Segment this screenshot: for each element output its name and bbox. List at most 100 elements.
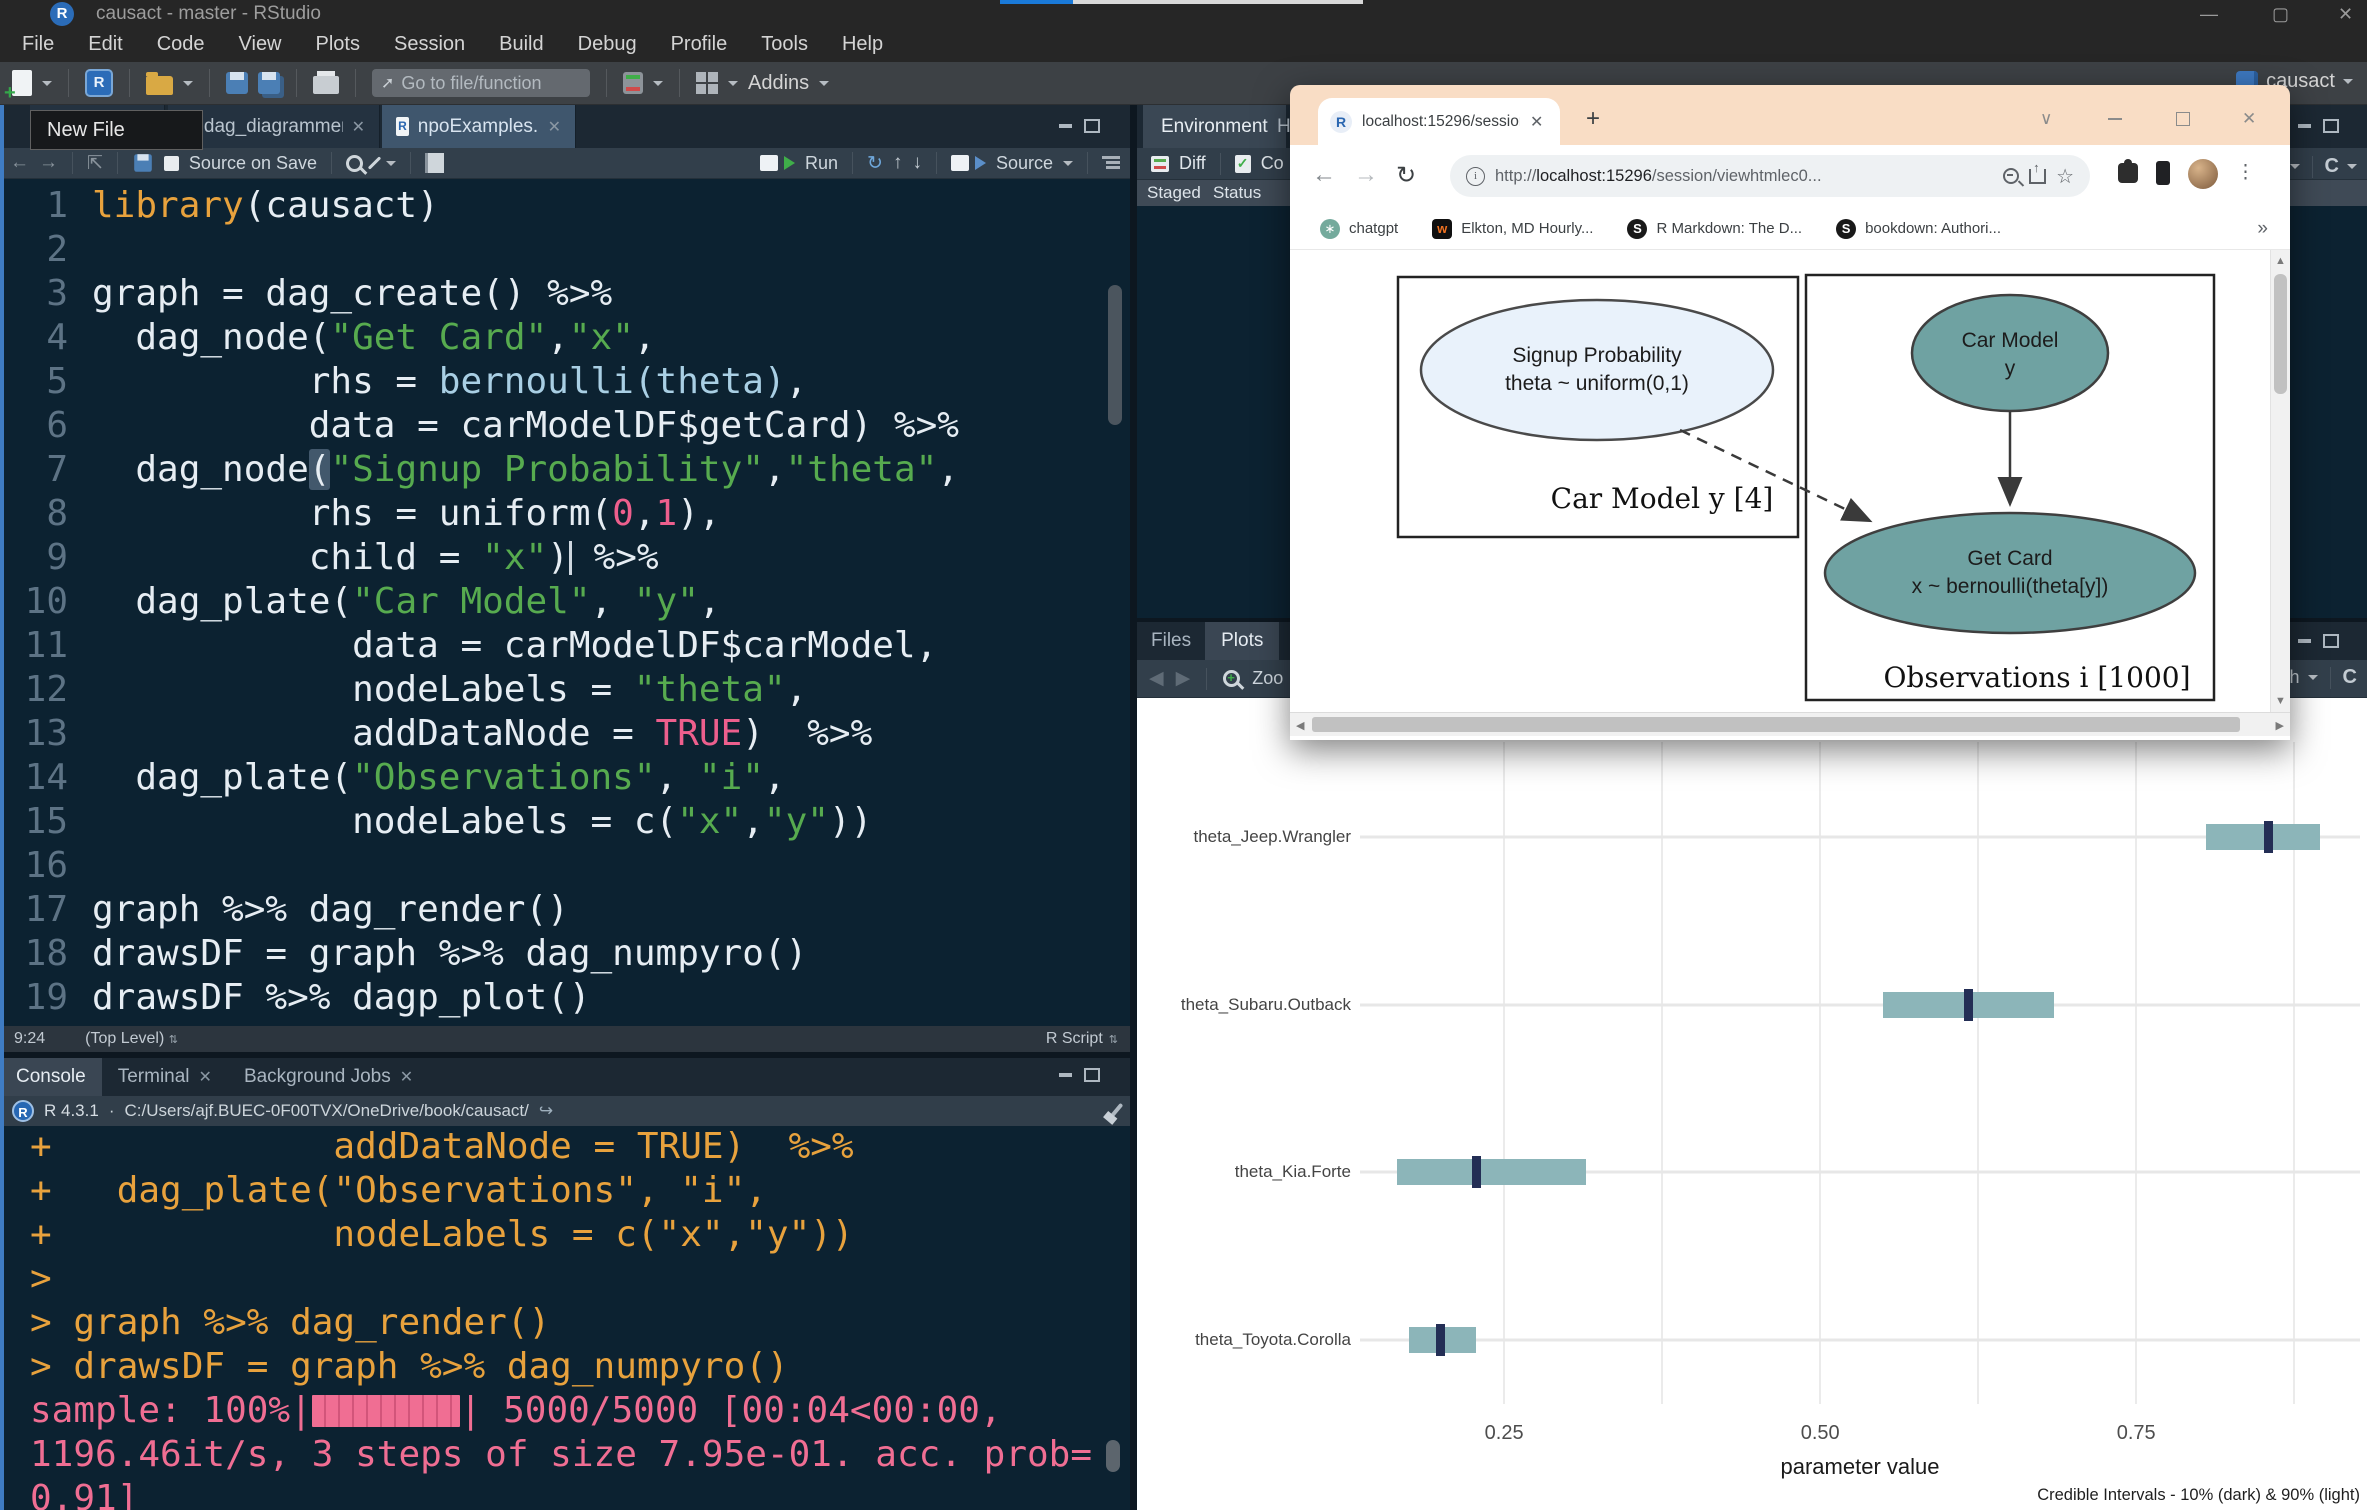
plots-refresh-controls[interactable]: h C [2290, 666, 2357, 689]
browser-back-icon[interactable]: ← [1312, 161, 1336, 189]
console-pane-buttons[interactable] [1059, 1068, 1100, 1082]
file-type-selector[interactable]: R Script [1046, 1030, 1103, 1048]
menu-tools[interactable]: Tools [761, 33, 808, 56]
tab-close-icon[interactable]: ✕ [1530, 112, 1543, 132]
open-file-icon[interactable] [146, 76, 173, 95]
menu-view[interactable]: View [239, 33, 282, 56]
tab-search-chevron-icon[interactable]: ∨ [2040, 109, 2052, 129]
pane-buttons[interactable] [2298, 119, 2339, 133]
console-tab-terminal[interactable]: Terminal✕ [102, 1058, 228, 1096]
save-icon[interactable] [226, 72, 248, 94]
bookmarks-overflow-icon[interactable]: » [2257, 218, 2268, 240]
menu-help[interactable]: Help [842, 33, 883, 56]
browser-horizontal-scrollbar[interactable]: ◀ ▶ [1290, 712, 2290, 737]
next-plot-icon[interactable]: ▶ [1176, 667, 1191, 690]
menu-build[interactable]: Build [499, 33, 543, 56]
browser-close-icon[interactable]: ✕ [2242, 109, 2256, 129]
bookmark-item[interactable]: Sbookdown: Authori... [1836, 219, 2001, 239]
bookmark-item[interactable]: wElkton, MD Hourly... [1432, 219, 1593, 239]
addins-button[interactable]: Addins [748, 72, 809, 95]
maximize-pane-icon[interactable] [1084, 119, 1100, 133]
run-icon[interactable] [760, 155, 778, 171]
compile-report-icon[interactable] [425, 153, 444, 173]
refresh-icon[interactable]: C [2343, 666, 2357, 689]
pane-buttons[interactable] [2298, 634, 2339, 648]
goto-directory-icon[interactable]: ↪ [539, 1101, 553, 1121]
open-file-caret-icon[interactable] [183, 81, 193, 91]
print-icon[interactable] [313, 76, 339, 94]
git-refresh-controls[interactable]: C [2290, 155, 2357, 178]
console-tab-console[interactable]: Console [0, 1058, 102, 1096]
save-file-icon[interactable] [134, 154, 152, 172]
back-icon[interactable]: ← [10, 152, 29, 174]
tab-close-icon[interactable]: ✕ [352, 117, 365, 137]
clear-console-icon[interactable] [1109, 1103, 1124, 1119]
address-bar[interactable]: i http://localhost:15296/session/viewhtm… [1450, 155, 2090, 197]
menu-code[interactable]: Code [157, 33, 205, 56]
maximize-pane-icon[interactable] [2323, 634, 2339, 648]
minimize-icon[interactable]: — [2200, 4, 2218, 25]
profile-avatar[interactable] [2188, 159, 2218, 189]
tab-close-icon[interactable]: ✕ [400, 1067, 413, 1087]
browser-vertical-scrollbar[interactable]: ▲ ▼ [2270, 250, 2290, 712]
maximize-pane-icon[interactable] [1084, 1068, 1100, 1082]
editor-pane-buttons[interactable] [1059, 119, 1100, 133]
zoom-label[interactable]: Zoo [1252, 668, 1283, 689]
diff-icon[interactable] [1151, 156, 1169, 172]
maximize-pane-icon[interactable] [2323, 119, 2339, 133]
menu-plots[interactable]: Plots [316, 33, 360, 56]
version-control-caret-icon[interactable] [653, 81, 663, 91]
maximize-icon[interactable]: ▢ [2272, 4, 2289, 25]
zoom-out-icon[interactable] [2003, 168, 2019, 184]
editor-scrollbar[interactable] [1108, 285, 1122, 425]
browser-menu-icon[interactable]: ⋮ [2236, 161, 2255, 184]
zoom-plot-icon[interactable] [1223, 670, 1240, 687]
pane-layout-caret-icon[interactable] [728, 81, 738, 91]
console-tab-background-jobs[interactable]: Background Jobs✕ [228, 1058, 429, 1096]
forward-icon[interactable]: → [39, 152, 58, 174]
bookmark-star-icon[interactable]: ☆ [2056, 164, 2074, 189]
close-icon[interactable]: ✕ [2338, 4, 2353, 25]
menu-session[interactable]: Session [394, 33, 465, 56]
rerun-icon[interactable]: ↻ [867, 152, 883, 175]
source-caret-icon[interactable] [1063, 161, 1073, 171]
tab-files[interactable]: Files [1137, 622, 1205, 660]
browser-tab[interactable]: R localhost:15296/session/viewhtm ✕ [1318, 98, 1560, 145]
document-outline-icon[interactable] [1102, 156, 1120, 170]
source-icon[interactable] [951, 155, 969, 171]
new-file-icon[interactable]: + [12, 70, 32, 96]
extensions-icon[interactable] [2118, 163, 2138, 183]
editor-tab-npoexamplesr[interactable]: RnpoExamples.R*✕ [382, 105, 576, 148]
console-output[interactable]: + addDataNode = TRUE) %>%+ dag_plate("Ob… [0, 1126, 1130, 1510]
code-editor[interactable]: 1library(causact)23graph = dag_create() … [0, 179, 1130, 1026]
addins-caret-icon[interactable] [819, 81, 829, 91]
source-on-save-checkbox[interactable] [164, 156, 179, 171]
menu-file[interactable]: File [22, 33, 54, 56]
site-info-icon[interactable]: i [1466, 167, 1485, 186]
find-replace-icon[interactable] [346, 155, 363, 172]
minimize-pane-icon[interactable] [1059, 124, 1072, 128]
minimize-pane-icon[interactable] [2298, 124, 2311, 128]
commit-button[interactable]: Co [1261, 153, 1284, 174]
bookmark-item[interactable]: SR Markdown: The D... [1627, 219, 1802, 239]
menu-profile[interactable]: Profile [671, 33, 728, 56]
run-next-icon[interactable]: ↓ [912, 152, 922, 174]
diff-button[interactable]: Diff [1179, 153, 1206, 174]
scope-indicator[interactable]: (Top Level) ⇅ [85, 1030, 176, 1048]
code-tools-icon[interactable] [368, 156, 381, 169]
browser-maximize-icon[interactable] [2176, 112, 2190, 126]
commit-icon[interactable] [1235, 155, 1251, 173]
code-tools-caret-icon[interactable] [386, 161, 396, 171]
extension-icon[interactable] [2156, 161, 2170, 185]
previous-plot-icon[interactable]: ◀ [1149, 667, 1164, 690]
browser-forward-icon[interactable]: → [1354, 161, 1378, 189]
goto-file-function-input[interactable]: ➚ Go to file/function [372, 69, 590, 97]
refresh-icon[interactable]: C [2325, 155, 2339, 178]
run-previous-icon[interactable]: ↑ [893, 152, 903, 174]
browser-reload-icon[interactable]: ↻ [1396, 161, 1416, 190]
share-icon[interactable] [2029, 169, 2046, 184]
version-control-icon[interactable] [623, 72, 643, 94]
browser-minimize-ic[interactable] [2108, 118, 2122, 120]
source-button[interactable]: Source [996, 153, 1053, 174]
menu-debug[interactable]: Debug [578, 33, 637, 56]
